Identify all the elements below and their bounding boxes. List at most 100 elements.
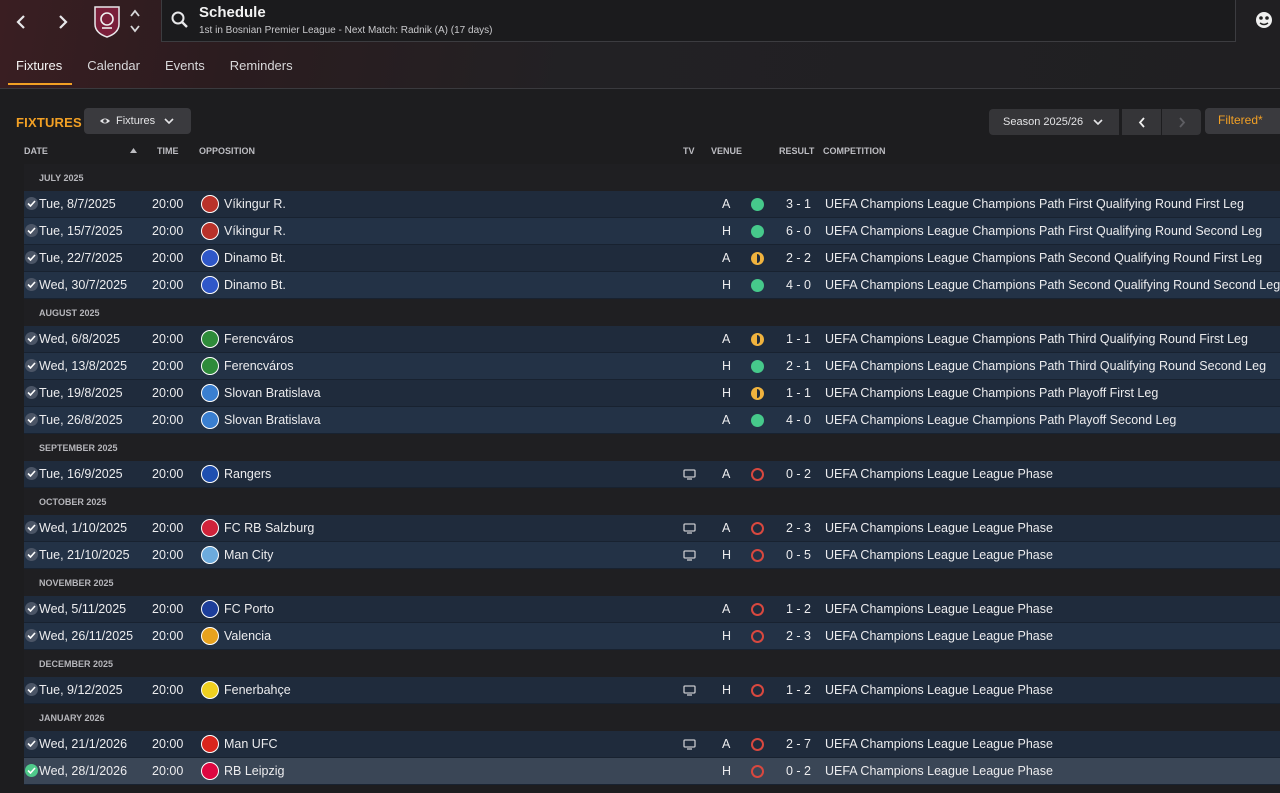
fixture-competition[interactable]: UEFA Champions League League Phase	[825, 629, 1053, 643]
fixture-result[interactable]: 1 - 2	[786, 602, 811, 616]
fixture-row[interactable]: Tue, 8/7/2025 20:00 Víkingur R. A 3 - 1 UEFA …	[24, 191, 1280, 218]
opponent-name[interactable]: Rangers	[224, 467, 271, 481]
fixture-row[interactable]: Tue, 15/7/2025 20:00 Víkingur R. H 6 - 0 UEFA…	[24, 218, 1280, 245]
club-badge-icon[interactable]	[201, 249, 219, 267]
opponent-name[interactable]: Valencia	[224, 629, 271, 643]
club-badge-icon[interactable]	[201, 195, 219, 213]
fixture-row[interactable]: Wed, 6/8/2025 20:00 Ferencváros A 1 - 1 UEFA …	[24, 326, 1280, 353]
fixture-competition[interactable]: UEFA Champions League League Phase	[825, 737, 1053, 751]
fixture-competition[interactable]: UEFA Champions League Champions Path Pla…	[825, 386, 1158, 400]
opponent-name[interactable]: Dinamo Bt.	[224, 278, 286, 292]
fixture-competition[interactable]: UEFA Champions League League Phase	[825, 548, 1053, 562]
opponent-name[interactable]: Fenerbahçe	[224, 683, 291, 697]
club-badge-icon[interactable]	[201, 735, 219, 753]
tab-calendar[interactable]: Calendar	[76, 54, 151, 81]
club-badge-icon[interactable]	[201, 681, 219, 699]
fixture-competition[interactable]: UEFA Champions League League Phase	[825, 764, 1053, 778]
club-badge-icon[interactable]	[201, 627, 219, 645]
opponent-name[interactable]: Slovan Bratislava	[224, 413, 321, 427]
fixture-competition[interactable]: UEFA Champions League League Phase	[825, 521, 1053, 535]
fixture-result[interactable]: 2 - 3	[786, 629, 811, 643]
fixture-result[interactable]: 2 - 7	[786, 737, 811, 751]
fixture-result[interactable]: 2 - 1	[786, 359, 811, 373]
fixture-result[interactable]: 1 - 1	[786, 332, 811, 346]
fixture-competition[interactable]: UEFA Champions League Champions Path Pla…	[825, 413, 1176, 427]
club-badge-icon[interactable]	[201, 519, 219, 537]
club-badge-icon[interactable]	[201, 384, 219, 402]
fixture-competition[interactable]: UEFA Champions League Champions Path Sec…	[825, 251, 1262, 265]
fixture-competition[interactable]: UEFA Champions League League Phase	[825, 602, 1053, 616]
column-result[interactable]: RESULT	[779, 146, 814, 156]
fixture-result[interactable]: 0 - 2	[786, 764, 811, 778]
club-badge-icon[interactable]	[201, 465, 219, 483]
fixture-result[interactable]: 1 - 1	[786, 386, 811, 400]
column-time[interactable]: TIME	[157, 146, 179, 156]
fixture-competition[interactable]: UEFA Champions League Champions Path Fir…	[825, 224, 1262, 238]
opponent-name[interactable]: Man UFC	[224, 737, 277, 751]
sort-ascending-icon[interactable]	[130, 148, 137, 153]
fixture-row[interactable]: Tue, 9/12/2025 20:00 Fenerbahçe H 1 - 2 UEFA …	[24, 677, 1280, 704]
fixture-competition[interactable]: UEFA Champions League Champions Path Thi…	[825, 332, 1248, 346]
fixture-row[interactable]: Wed, 13/8/2025 20:00 Ferencváros H 2 - 1 UEFA…	[24, 353, 1280, 380]
opponent-name[interactable]: Ferencváros	[224, 332, 293, 346]
filter-button[interactable]: Filtered*	[1205, 108, 1280, 134]
fixture-row[interactable]: Wed, 28/1/2026 20:00 RB Leipzig H 0 - 2 UEFA …	[24, 758, 1280, 785]
fixture-result[interactable]: 2 - 3	[786, 521, 811, 535]
club-badge-icon[interactable]	[201, 222, 219, 240]
club-switcher-arrows-icon[interactable]	[128, 7, 142, 35]
fixture-row[interactable]: Wed, 21/1/2026 20:00 Man UFC A 2 - 7 UEFA Cha…	[24, 731, 1280, 758]
fixture-result[interactable]: 2 - 2	[786, 251, 811, 265]
opponent-name[interactable]: FC Porto	[224, 602, 274, 616]
search-icon[interactable]	[170, 10, 190, 30]
column-tv[interactable]: TV	[683, 146, 695, 156]
club-badge-icon[interactable]	[201, 411, 219, 429]
forward-button[interactable]	[50, 8, 76, 36]
fixture-row[interactable]: Wed, 26/11/2025 20:00 Valencia H 2 - 3 UEFA C…	[24, 623, 1280, 650]
club-badge-icon[interactable]	[201, 600, 219, 618]
opponent-name[interactable]: Dinamo Bt.	[224, 251, 286, 265]
fixture-row[interactable]: Tue, 19/8/2025 20:00 Slovan Bratislava H 1 -…	[24, 380, 1280, 407]
back-button[interactable]	[8, 8, 34, 36]
opponent-name[interactable]: Víkingur R.	[224, 197, 286, 211]
club-badge-icon[interactable]	[201, 357, 219, 375]
club-badge-icon[interactable]	[201, 276, 219, 294]
opponent-name[interactable]: RB Leipzig	[224, 764, 284, 778]
fixture-result[interactable]: 1 - 2	[786, 683, 811, 697]
fixture-row[interactable]: Tue, 26/8/2025 20:00 Slovan Bratislava A 4 -…	[24, 407, 1280, 434]
opponent-name[interactable]: Man City	[224, 548, 273, 562]
tab-events[interactable]: Events	[154, 54, 216, 81]
previous-season-button[interactable]	[1122, 109, 1161, 135]
tab-fixtures[interactable]: Fixtures	[5, 54, 73, 85]
club-crest-icon[interactable]	[93, 4, 121, 38]
club-badge-icon[interactable]	[201, 546, 219, 564]
club-badge-icon[interactable]	[201, 330, 219, 348]
fixture-row[interactable]: Tue, 16/9/2025 20:00 Rangers A 0 - 2 UEFA Cha…	[24, 461, 1280, 488]
club-badge-icon[interactable]	[201, 762, 219, 780]
fixture-competition[interactable]: UEFA Champions League League Phase	[825, 467, 1053, 481]
opponent-name[interactable]: Ferencváros	[224, 359, 293, 373]
fixture-competition[interactable]: UEFA Champions League Champions Path Thi…	[825, 359, 1266, 373]
fixture-row[interactable]: Tue, 21/10/2025 20:00 Man City H 0 - 5 UEFA C…	[24, 542, 1280, 569]
fixture-competition[interactable]: UEFA Champions League Champions Path Fir…	[825, 197, 1244, 211]
fixture-row[interactable]: Wed, 5/11/2025 20:00 FC Porto A 1 - 2 UEFA Ch…	[24, 596, 1280, 623]
column-competition[interactable]: COMPETITION	[823, 146, 886, 156]
fixture-competition[interactable]: UEFA Champions League League Phase	[825, 683, 1053, 697]
season-dropdown[interactable]: Season 2025/26	[989, 109, 1119, 135]
fixture-row[interactable]: Wed, 30/7/2025 20:00 Dinamo Bt. H 4 - 0 UEFA …	[24, 272, 1280, 299]
fixture-competition[interactable]: UEFA Champions League Champions Path Sec…	[825, 278, 1280, 292]
fixture-result[interactable]: 3 - 1	[786, 197, 811, 211]
opponent-name[interactable]: Slovan Bratislava	[224, 386, 321, 400]
view-dropdown[interactable]: Fixtures	[84, 108, 191, 134]
opponent-name[interactable]: FC RB Salzburg	[224, 521, 314, 535]
fixture-row[interactable]: Wed, 1/10/2025 20:00 FC RB Salzburg A 2 - 3 U…	[24, 515, 1280, 542]
fixture-result[interactable]: 6 - 0	[786, 224, 811, 238]
title-bar[interactable]: Schedule 1st in Bosnian Premier League -…	[161, 0, 1236, 42]
manager-avatar-icon[interactable]	[1254, 10, 1274, 30]
column-date[interactable]: DATE	[24, 146, 48, 156]
fixture-result[interactable]: 4 - 0	[786, 278, 811, 292]
fixture-row[interactable]: Tue, 22/7/2025 20:00 Dinamo Bt. A 2 - 2 UEFA …	[24, 245, 1280, 272]
column-venue[interactable]: VENUE	[711, 146, 742, 156]
tab-reminders[interactable]: Reminders	[219, 54, 304, 81]
opponent-name[interactable]: Víkingur R.	[224, 224, 286, 238]
next-season-button[interactable]	[1162, 109, 1201, 135]
